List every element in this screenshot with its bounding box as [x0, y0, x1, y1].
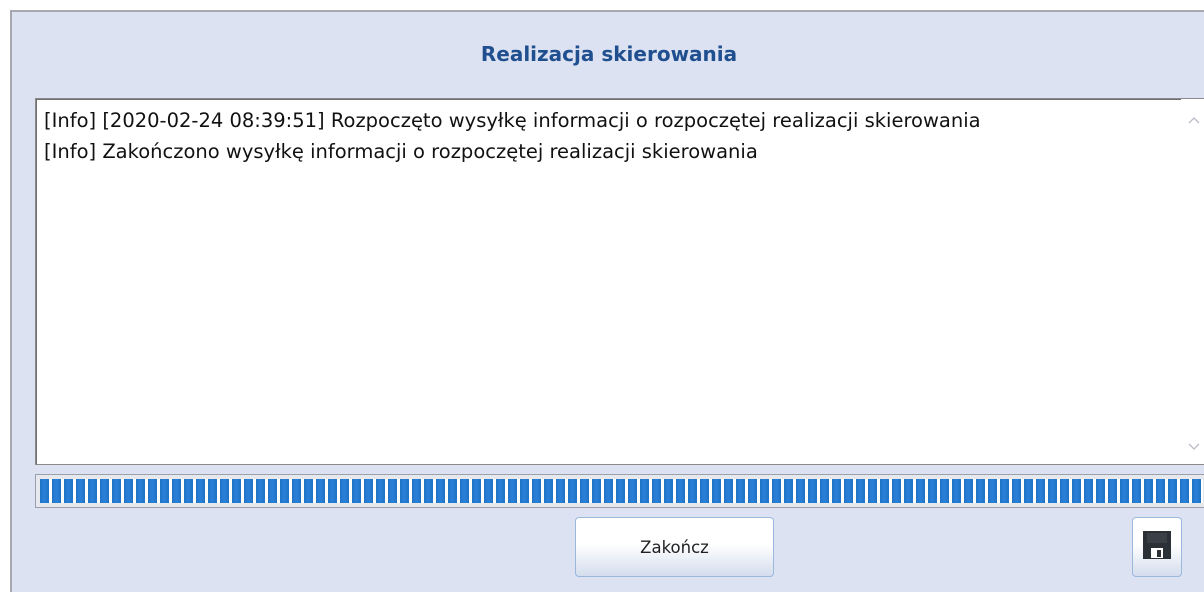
scroll-up-icon[interactable] — [1181, 107, 1204, 133]
log-text: [Info] [2020-02-24 08:39:51] Rozpoczęto … — [44, 109, 981, 163]
finish-button[interactable]: Zakończ — [575, 517, 774, 577]
progress-fill — [40, 479, 1203, 503]
progress-bar — [35, 474, 1204, 508]
scroll-down-icon[interactable] — [1181, 434, 1204, 460]
log-textarea[interactable]: [Info] [2020-02-24 08:39:51] Rozpoczęto … — [35, 98, 1204, 465]
log-scrollbar[interactable] — [1181, 99, 1204, 464]
floppy-disk-icon — [1142, 530, 1172, 564]
dialog-title: Realizacja skierowania — [480, 42, 738, 66]
save-button[interactable] — [1132, 517, 1182, 577]
dialog-window: Realizacja skierowania [Info] [2020-02-2… — [10, 10, 1204, 592]
